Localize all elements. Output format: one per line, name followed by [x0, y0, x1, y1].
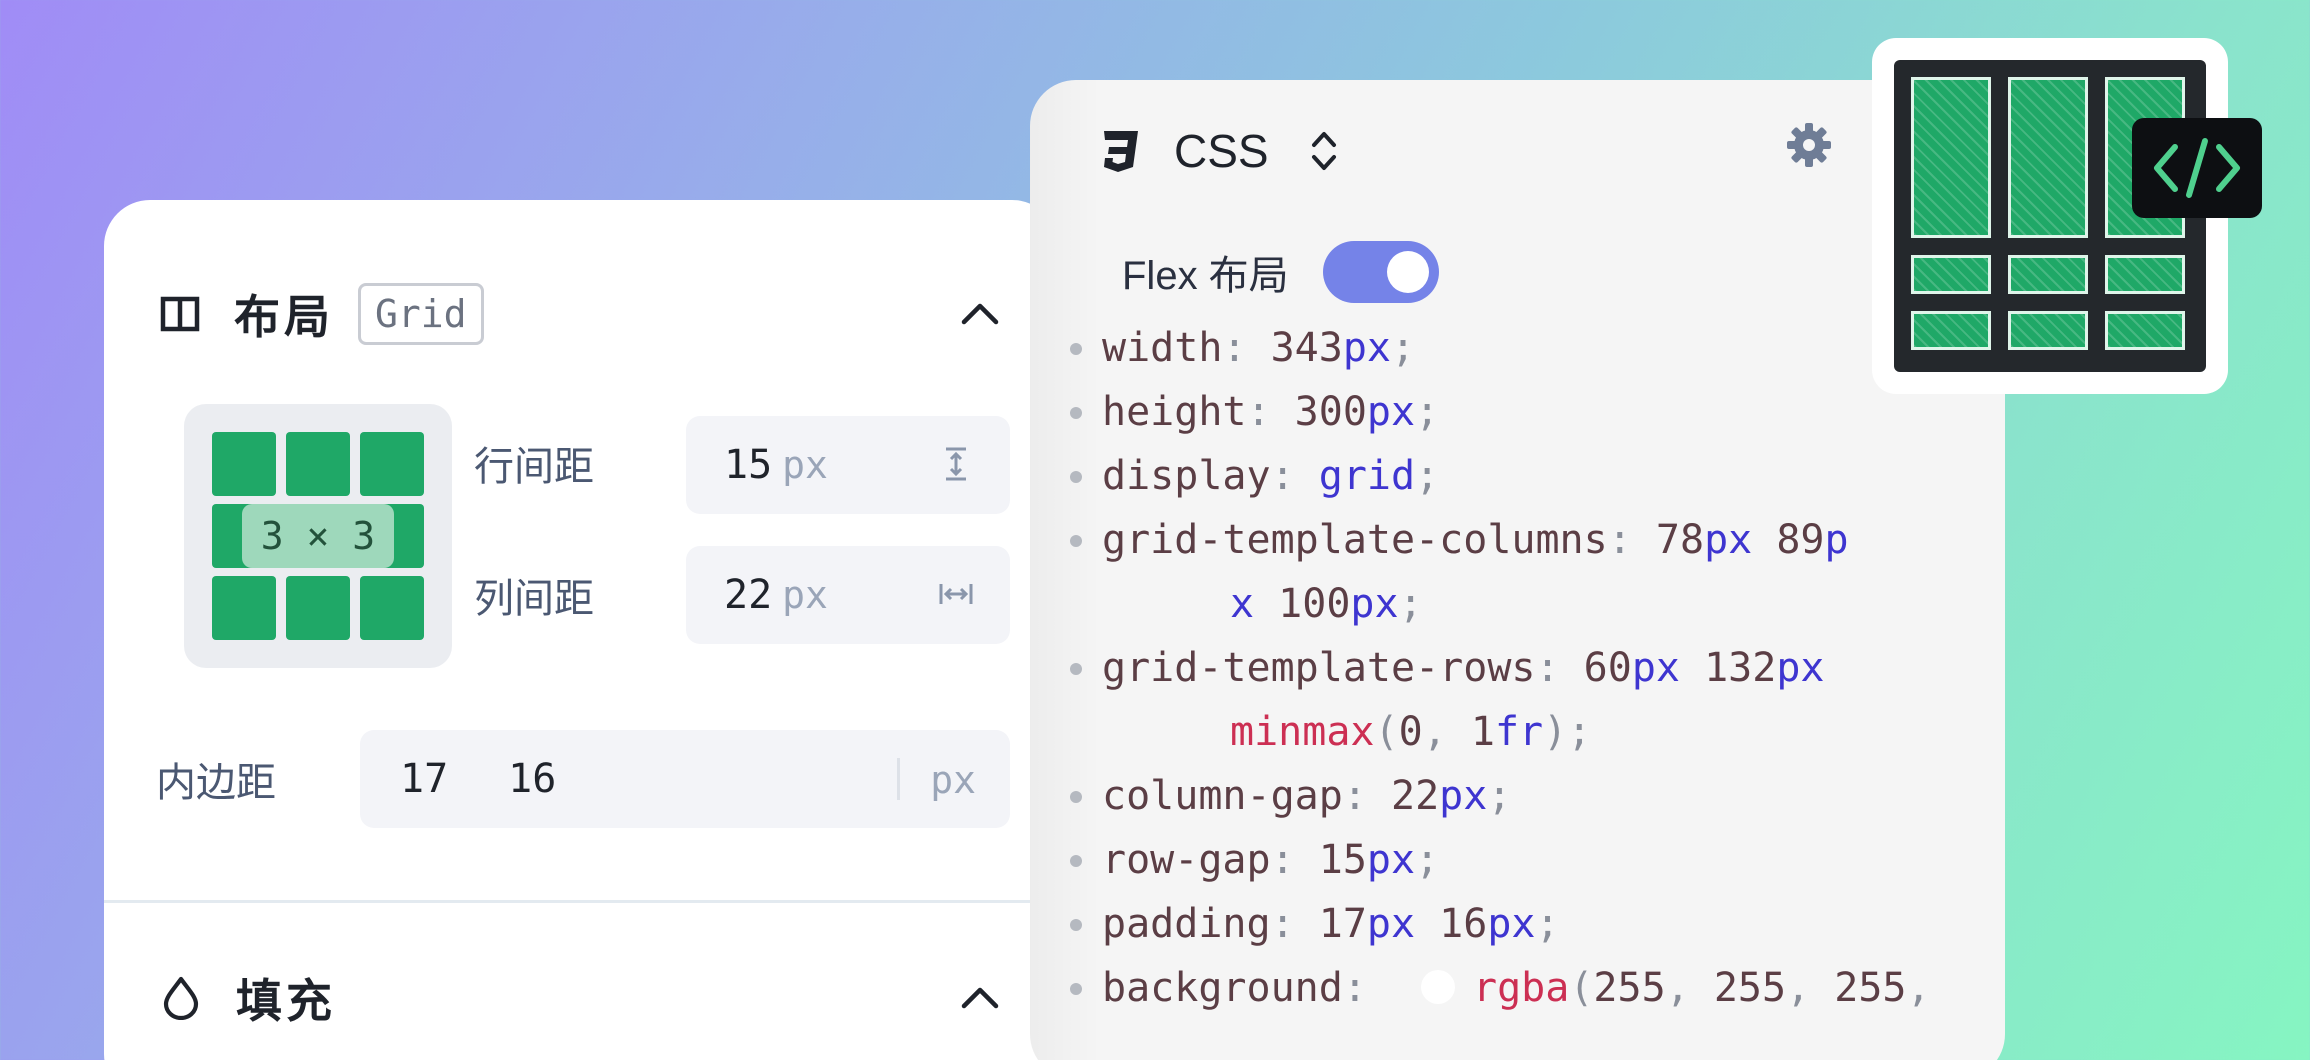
- code-line: height: 300px;: [1070, 380, 1931, 444]
- fill-section-title: 填充: [236, 975, 336, 1027]
- grid-preview-cell: [212, 432, 276, 496]
- css-property: grid-template-rows: [1102, 645, 1536, 691]
- row-gap-input[interactable]: 15 px: [686, 416, 1010, 514]
- layout-type-badge: Grid: [358, 283, 484, 345]
- column-gap-unit: px: [782, 573, 828, 617]
- grid-result-cell: [1911, 255, 1991, 294]
- grid-layout-preview[interactable]: 3 × 3: [184, 404, 452, 668]
- code-line: grid-template-rows: 60px 132px: [1070, 636, 1931, 700]
- code-line-bullet: [1070, 343, 1082, 355]
- grid-preview-cell: [286, 576, 350, 640]
- code-line-bullet: [1070, 663, 1082, 675]
- css-property: padding: [1102, 901, 1271, 947]
- grid-result-cell: [1911, 311, 1991, 350]
- row-gap-icon: [946, 447, 966, 481]
- code-line: row-gap: 15px;: [1070, 828, 1931, 892]
- layout-panel: 布局 Grid 3 × 3 行间距 15 px 列间距 22 px 内边距 17…: [104, 200, 1058, 1060]
- css-property: width: [1102, 325, 1223, 371]
- css3-icon: [1104, 131, 1138, 172]
- css-value: rgba(255, 255, 255,: [1473, 965, 1931, 1011]
- code-line: padding: 17px 16px;: [1070, 892, 1931, 956]
- droplet-icon: [163, 976, 199, 1020]
- layout-section-title: 布局: [234, 291, 334, 343]
- column-gap-label: 列间距: [474, 577, 594, 621]
- grid-result-cell: [2008, 77, 2088, 238]
- code-line: background: rgba(255, 255, 255,: [1070, 956, 1931, 1020]
- css-value: 300px;: [1294, 389, 1440, 435]
- css-value: 78px 89p: [1655, 517, 1849, 563]
- layout-section-header[interactable]: 布局 Grid: [160, 282, 1002, 346]
- css-value: 17px 16px;: [1318, 901, 1560, 947]
- grid-result-cell: [1911, 77, 1991, 238]
- css-code-block: width: 343px; height: 300px; display: grid…: [1070, 316, 1931, 1020]
- code-line-bullet: [1070, 919, 1082, 931]
- grid-result-cell: [2105, 255, 2185, 294]
- row-gap-unit: px: [782, 443, 828, 487]
- css-property: background: [1102, 965, 1343, 1011]
- code-line-bullet: [1070, 983, 1082, 995]
- padding-unit: px: [930, 758, 976, 802]
- css-property: height: [1102, 389, 1247, 435]
- grid-result-cell: [2105, 311, 2185, 350]
- chevron-up-icon[interactable]: [958, 294, 1002, 334]
- row-gap-label: 行间距: [474, 445, 594, 489]
- css-value: 343px;: [1270, 325, 1416, 371]
- grid-preview-cell: [360, 576, 424, 640]
- flex-layout-row: Flex 布局: [1122, 240, 1439, 304]
- column-gap-input[interactable]: 22 px: [686, 546, 1010, 644]
- toggle-knob: [1386, 251, 1429, 293]
- css-code-panel: CSS Flex 布局 width: 343px; height: 300px; d…: [1030, 80, 2005, 1060]
- code-line-bullet: [1070, 407, 1082, 419]
- grid-preview-cell: [360, 432, 424, 496]
- code-brackets-icon: [2154, 138, 2240, 198]
- css-property: display: [1102, 453, 1271, 499]
- padding-divider: [897, 758, 900, 800]
- css-value: 60px 132px: [1583, 645, 1825, 691]
- code-line: column-gap: 22px;: [1070, 764, 1931, 828]
- code-line-bullet: [1070, 855, 1082, 867]
- code-line-continuation: x 100px;: [1230, 581, 1423, 627]
- grid-preview-cell: [212, 576, 276, 640]
- column-gap-value: 22: [724, 572, 773, 618]
- chevron-up-icon[interactable]: [958, 978, 1002, 1018]
- color-swatch[interactable]: [1421, 970, 1455, 1004]
- fill-section-header[interactable]: 填充: [160, 966, 1002, 1030]
- code-line-bullet: [1070, 535, 1082, 547]
- padding-label: 内边距: [156, 761, 276, 805]
- code-line-bullet: [1070, 471, 1082, 483]
- css-panel-title: CSS: [1174, 125, 1269, 177]
- code-badge: [2132, 118, 2262, 218]
- flex-layout-label: Flex 布局: [1122, 254, 1289, 298]
- column-gap-icon: [939, 584, 973, 604]
- code-line-bullet: [1070, 791, 1082, 803]
- css-property: column-gap: [1102, 773, 1343, 819]
- row-gap-value: 15: [724, 442, 773, 488]
- grid-result-cell: [2008, 255, 2088, 294]
- css-property: row-gap: [1102, 837, 1271, 883]
- css-panel-header: CSS: [1096, 116, 1339, 186]
- columns-icon: [160, 296, 200, 332]
- grid-dimension-label: 3 × 3: [242, 504, 394, 568]
- gear-icon[interactable]: [1784, 120, 1834, 170]
- css-value: grid;: [1318, 453, 1440, 499]
- code-line: grid-template-columns: 78px 89p: [1070, 508, 1931, 572]
- css-value: 22px;: [1391, 773, 1512, 819]
- grid-result-cell: [2008, 311, 2088, 350]
- css-value: 15px;: [1318, 837, 1440, 883]
- code-line: width: 343px;: [1070, 316, 1931, 380]
- code-line-continuation: minmax(0, 1fr);: [1230, 709, 1592, 755]
- padding-vertical-value: 17: [400, 756, 449, 802]
- grid-preview-cell: [286, 432, 350, 496]
- section-divider: [104, 900, 1058, 903]
- chevron-updown-icon[interactable]: [1309, 126, 1339, 176]
- flex-layout-toggle[interactable]: [1322, 241, 1439, 303]
- code-line: display: grid;: [1070, 444, 1931, 508]
- padding-input[interactable]: 17 16 px: [360, 730, 1010, 828]
- css-property: grid-template-columns: [1102, 517, 1608, 563]
- padding-horizontal-value: 16: [508, 756, 557, 802]
